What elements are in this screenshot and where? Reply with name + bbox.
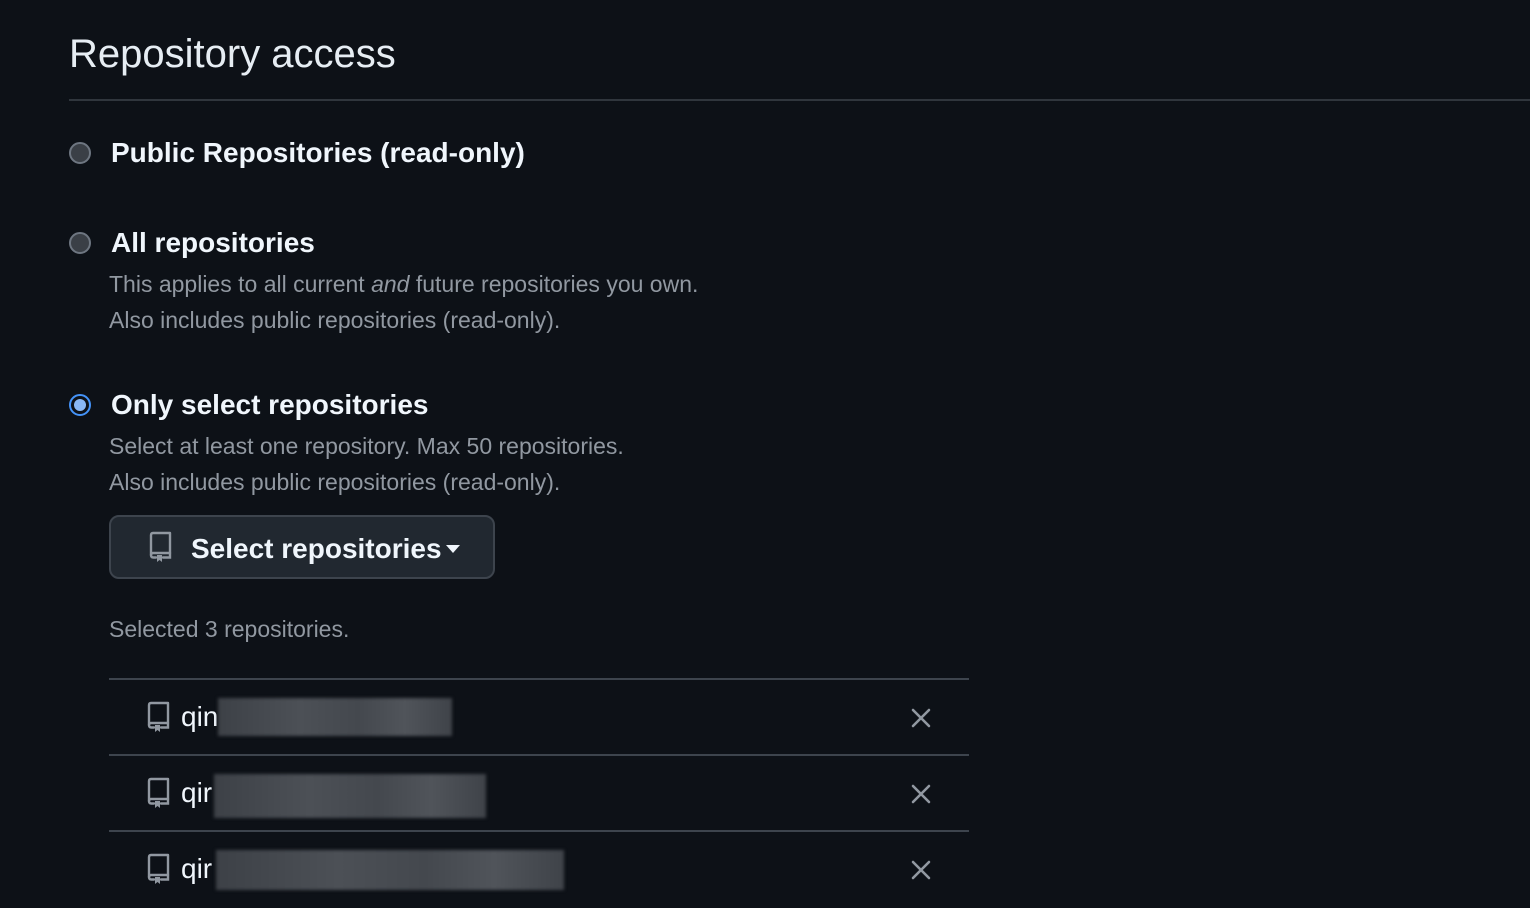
option-label[interactable]: Only select repositories [111, 388, 428, 422]
repo-icon [147, 531, 173, 568]
repository-name: qin [181, 701, 219, 732]
title-divider [69, 99, 1530, 101]
repository-name: qir [181, 853, 213, 884]
option-description: Select at least one repository. Max 50 r… [109, 433, 624, 459]
redacted-text [216, 850, 564, 890]
repo-icon [145, 777, 171, 816]
redacted-text [218, 698, 452, 736]
radio-public-repositories[interactable] [69, 142, 91, 164]
desc-text: future repositories you own. [409, 271, 699, 297]
radio-only-select-repositories[interactable] [69, 394, 91, 416]
section-title: Repository access [69, 32, 396, 76]
close-icon[interactable] [909, 782, 933, 806]
triangle-down-icon[interactable] [446, 545, 460, 553]
close-icon[interactable] [909, 706, 933, 730]
radio-all-repositories[interactable] [69, 232, 91, 254]
list-item: qir [109, 754, 969, 830]
desc-emphasis: and [371, 271, 410, 297]
select-repositories-button[interactable]: Select repositories [109, 515, 495, 579]
repo-icon [145, 853, 171, 892]
option-label[interactable]: Public Repositories (read-only) [111, 136, 525, 170]
repository-access-page: Repository access Public Repositories (r… [0, 0, 1530, 908]
close-icon[interactable] [909, 858, 933, 882]
repo-icon [145, 701, 171, 740]
option-label[interactable]: All repositories [111, 226, 315, 260]
option-description: This applies to all current and future r… [109, 270, 698, 298]
selected-count-text: Selected 3 repositories. [109, 616, 350, 642]
select-repositories-label[interactable]: Select repositories [191, 532, 442, 566]
list-item: qir [109, 830, 969, 906]
repository-name: qir [181, 777, 213, 808]
option-description: Also includes public repositories (read-… [109, 307, 561, 333]
option-description: Also includes public repositories (read-… [109, 469, 561, 495]
redacted-text [214, 774, 486, 818]
desc-text: This applies to all current [109, 271, 372, 297]
selected-repositories-list: qin qir qir [109, 678, 969, 906]
list-item: qin [109, 678, 969, 754]
